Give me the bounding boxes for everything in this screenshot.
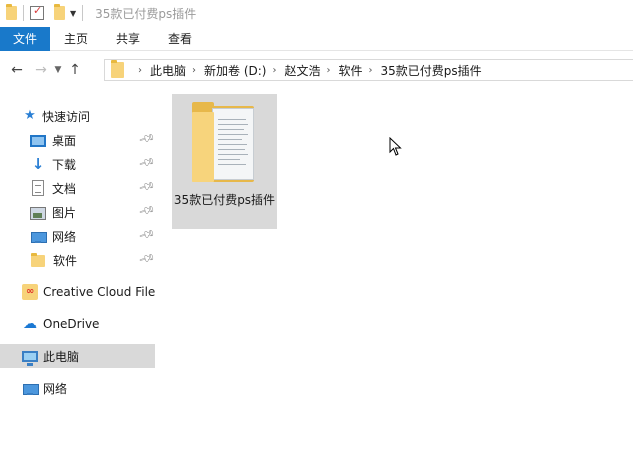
recent-locations-chevron-icon[interactable]: ▼ [51, 65, 65, 75]
nav-label: 桌面 [52, 133, 77, 148]
nav-item-software[interactable]: 软件 📌︎ [0, 248, 155, 272]
title-bar: ▼ 35款已付费ps插件 [0, 0, 633, 26]
folder-icon [111, 60, 124, 78]
new-folder-icon[interactable] [54, 4, 65, 20]
window-title: 35款已付费ps插件 [95, 6, 197, 21]
breadcrumb-user-folder[interactable]: 赵文浩 [284, 62, 320, 79]
pin-icon[interactable]: 📌︎ [138, 225, 155, 243]
mouse-cursor-icon [389, 137, 402, 156]
nav-quick-access[interactable]: ★ 快速访问 [0, 104, 155, 128]
nav-label: 此电脑 [43, 349, 80, 364]
breadcrumb-chevron-icon[interactable]: › [327, 65, 331, 76]
nav-item-desktop[interactable]: 桌面 📌︎ [0, 128, 155, 152]
breadcrumb-chevron-icon[interactable]: › [272, 65, 276, 76]
folder-item[interactable]: 35款已付费ps插件 [172, 94, 277, 229]
creative-cloud-icon [22, 284, 38, 300]
nav-item-creative-cloud[interactable]: Creative Cloud Files [0, 280, 155, 304]
breadcrumb-chevron-icon[interactable]: › [138, 65, 142, 76]
desktop-icon [30, 135, 46, 147]
folder-name: 35款已付费ps插件 [173, 193, 276, 207]
address-bar[interactable]: › 此电脑 › 新加卷 (D:) › 赵文浩 › 软件 › 35款已付费ps插件 [104, 59, 633, 81]
document-icon [32, 180, 44, 196]
pin-icon[interactable]: 📌︎ [138, 153, 155, 171]
nav-label: 软件 [53, 253, 78, 268]
nav-label: 快速访问 [42, 109, 91, 124]
onedrive-icon: ☁ [23, 316, 37, 332]
nav-label: OneDrive [43, 317, 100, 331]
quick-access-toolbar: ▼ [0, 0, 89, 26]
large-folder-icon [192, 102, 258, 186]
document-preview [212, 108, 254, 180]
pin-icon[interactable]: 📌︎ [138, 249, 155, 267]
star-icon: ★ [24, 108, 36, 123]
nav-item-pictures[interactable]: 图片 📌︎ [0, 200, 155, 224]
nav-label: 网络 [52, 229, 77, 244]
network-icon [30, 228, 47, 244]
pin-icon[interactable]: 📌︎ [138, 177, 155, 195]
file-list[interactable]: 35款已付费ps插件 [157, 88, 633, 472]
pin-icon[interactable]: 📌︎ [138, 201, 155, 219]
properties-icon[interactable] [30, 4, 44, 20]
breadcrumb-software[interactable]: 软件 [339, 62, 363, 79]
customize-toolbar-chevron-icon[interactable]: ▼ [70, 9, 76, 18]
back-arrow-icon[interactable]: ← [7, 62, 27, 78]
tab-share[interactable]: 共享 [102, 27, 154, 51]
tab-home[interactable]: 主页 [50, 27, 102, 51]
folder-icon [31, 253, 45, 267]
tab-view[interactable]: 查看 [154, 27, 206, 51]
nav-label: 图片 [52, 205, 77, 220]
network-icon [22, 380, 39, 396]
nav-item-network[interactable]: 网络 [0, 376, 155, 400]
up-arrow-icon[interactable]: ↑ [65, 62, 85, 78]
this-pc-icon [22, 351, 38, 366]
download-icon: ↓ [31, 155, 45, 173]
nav-item-downloads[interactable]: ↓ 下载 📌︎ [0, 152, 155, 176]
breadcrumb-chevron-icon[interactable]: › [192, 65, 196, 76]
nav-item-network-pinned[interactable]: 网络 📌︎ [0, 224, 155, 248]
nav-item-onedrive[interactable]: ☁ OneDrive [0, 312, 155, 336]
nav-item-this-pc[interactable]: 此电脑 [0, 344, 155, 368]
nav-label: 网络 [43, 381, 68, 396]
pictures-icon [30, 206, 46, 220]
folder-front [192, 112, 214, 182]
breadcrumb-this-pc[interactable]: 此电脑 [150, 62, 186, 79]
folder-icon[interactable] [6, 4, 17, 20]
breadcrumb-chevron-icon[interactable]: › [369, 65, 373, 76]
navigation-bar: ← → ▼ ↑ › 此电脑 › 新加卷 (D:) › 赵文浩 › 软件 › 35… [0, 55, 633, 85]
nav-label: Creative Cloud Files [43, 285, 155, 299]
navigation-pane: ★ 快速访问 桌面 📌︎ ↓ 下载 📌︎ 文档 📌︎ 图片 📌︎ 网络 📌︎ 软… [0, 98, 157, 472]
toolbar-separator [23, 5, 24, 21]
breadcrumb-drive-d[interactable]: 新加卷 (D:) [204, 62, 266, 79]
forward-arrow-icon[interactable]: → [31, 62, 51, 78]
nav-label: 文档 [52, 181, 77, 196]
toolbar-separator [82, 5, 84, 21]
tab-file[interactable]: 文件 [0, 27, 51, 51]
nav-item-documents[interactable]: 文档 📌︎ [0, 176, 155, 200]
nav-label: 下载 [52, 157, 77, 172]
breadcrumb-current-folder[interactable]: 35款已付费ps插件 [381, 62, 482, 79]
ribbon-tabs: 文件 主页 共享 查看 [0, 27, 633, 51]
pin-icon[interactable]: 📌︎ [138, 129, 155, 147]
